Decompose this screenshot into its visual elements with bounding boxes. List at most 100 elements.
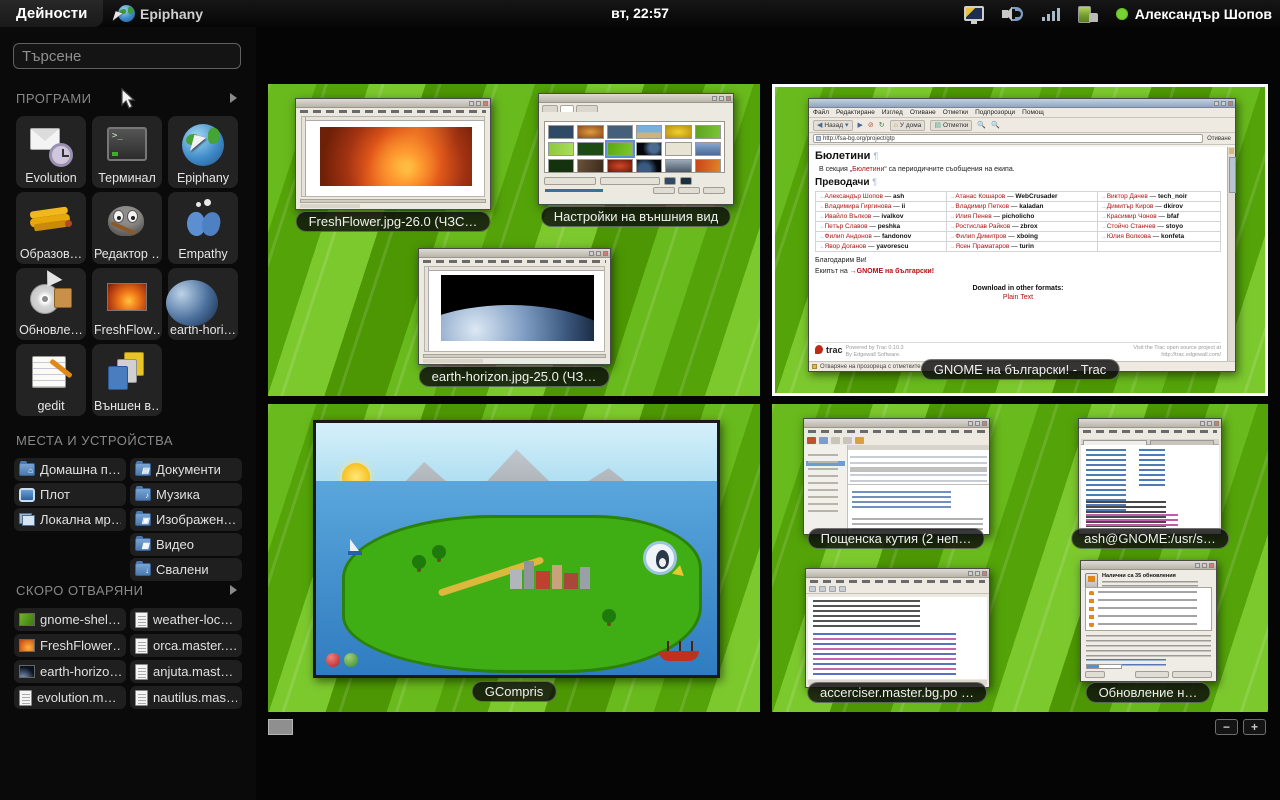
- network-signal-icon[interactable]: [1042, 7, 1060, 21]
- search-input[interactable]: [13, 43, 241, 69]
- wallpaper-thumbnail[interactable]: [695, 142, 721, 156]
- bulletins-link[interactable]: Бюлетини: [852, 166, 884, 173]
- plain-text-link[interactable]: Plain Text: [815, 294, 1221, 301]
- clock[interactable]: вт, 22:57: [611, 0, 669, 27]
- translator-link[interactable]: Филип Андонов: [825, 233, 872, 240]
- window-terminal[interactable]: [1078, 418, 1222, 535]
- translator-link[interactable]: Илия Пенев: [955, 213, 991, 220]
- place-desktop[interactable]: Плот: [14, 483, 126, 506]
- place-music[interactable]: ♪Музика: [130, 483, 242, 506]
- window-trac-browser[interactable]: ФайлРедактиранеИзгледОтиванеОтметкиПодпр…: [808, 98, 1236, 372]
- translator-link[interactable]: Стойчо Станчев: [1107, 223, 1156, 230]
- wallpaper-thumbnail[interactable]: [695, 159, 721, 173]
- window-evolution-mail[interactable]: [803, 418, 990, 535]
- recent-expand-icon[interactable]: [230, 585, 237, 595]
- place-videos[interactable]: ▦Видео: [130, 533, 242, 556]
- print-icon[interactable]: [855, 437, 864, 444]
- translator-link[interactable]: Владимира Гиргинова: [825, 203, 892, 210]
- wallpaper-thumbnail[interactable]: [665, 125, 691, 139]
- gcompris-menu-icon[interactable]: [326, 653, 340, 667]
- wallpaper-thumbnail[interactable]: [607, 159, 633, 173]
- battery-icon[interactable]: [1078, 6, 1098, 22]
- app-empathy[interactable]: Empathy: [168, 192, 238, 264]
- stop-icon[interactable]: ⊘: [868, 121, 874, 129]
- menu-item[interactable]: Отметки: [943, 109, 968, 116]
- recent-evolution[interactable]: evolution.m…: [14, 686, 126, 709]
- style-controls[interactable]: [544, 177, 725, 185]
- add-workspace-button[interactable]: +: [1243, 719, 1266, 735]
- menu-item[interactable]: Редактиране: [836, 109, 875, 116]
- translator-link[interactable]: Виктор Дачев: [1107, 193, 1148, 200]
- message-list[interactable]: [848, 445, 989, 485]
- app-gimp[interactable]: Редактор …: [92, 192, 162, 264]
- wallpaper-thumbnail[interactable]: [577, 159, 603, 173]
- forward-icon[interactable]: [843, 437, 852, 444]
- recent-orca[interactable]: orca.master.…: [130, 634, 242, 657]
- page-scrollbar[interactable]: [1227, 147, 1235, 361]
- wallpaper-thumbnail[interactable]: [665, 142, 691, 156]
- update-list[interactable]: [1085, 587, 1212, 631]
- new-mail-icon[interactable]: [807, 437, 816, 444]
- bookmarks-button[interactable]: ▤Отметки: [930, 120, 972, 131]
- window-appearance[interactable]: [538, 93, 734, 205]
- wallpaper-thumbnail[interactable]: [548, 159, 574, 173]
- translator-link[interactable]: Явор Доганов: [825, 243, 867, 250]
- recent-weather-loc[interactable]: weather-loc…: [130, 608, 242, 631]
- zoom-in-icon[interactable]: 🔍: [977, 121, 986, 129]
- send-receive-icon[interactable]: [819, 437, 828, 444]
- selected-message-row[interactable]: [850, 467, 987, 472]
- app-gcompris[interactable]: Образов…: [16, 192, 86, 264]
- workspace-2-active[interactable]: ФайлРедактиранеИзгледОтиванеОтметкиПодпр…: [772, 84, 1268, 396]
- workspace-4[interactable]: Пощенска кутия (2 неп… ash@GNOME:/usr/s……: [772, 404, 1268, 712]
- translator-link[interactable]: Ростислав Райков: [955, 223, 1010, 230]
- translator-link[interactable]: Ивайло Вълков: [825, 213, 872, 220]
- wallpaper-thumbnail[interactable]: [577, 125, 603, 139]
- menu-item[interactable]: Помощ: [1022, 109, 1044, 116]
- translator-link[interactable]: Петър Славов: [825, 223, 868, 230]
- workspace-indicator[interactable]: [268, 719, 293, 735]
- wallpaper-thumbnail[interactable]: [636, 159, 662, 173]
- window-earth-horizon[interactable]: [418, 248, 611, 365]
- gcompris-globe-icon[interactable]: [344, 653, 358, 667]
- remove-workspace-button[interactable]: −: [1215, 719, 1238, 735]
- help-button[interactable]: [1085, 671, 1105, 678]
- edgewall-link[interactable]: http://trac.edgewall.com/: [1133, 352, 1221, 359]
- recent-freshflower[interactable]: FreshFlower…: [14, 634, 126, 657]
- get-more-backgrounds-link[interactable]: [545, 189, 603, 192]
- workspace-1[interactable]: FreshFlower.jpg-26.0 (ЧЗС…: [268, 84, 760, 396]
- recent-gnome-shell[interactable]: gnome-shel…: [14, 608, 126, 631]
- recent-earth-horizon[interactable]: earth-horizo…: [14, 660, 126, 683]
- translator-link[interactable]: Ясен Праматаров: [955, 243, 1009, 250]
- app-gedit[interactable]: gedit: [16, 344, 86, 416]
- url-input[interactable]: http://fsa-bg.org/project/gtp: [813, 134, 1203, 143]
- scrollbar[interactable]: [423, 354, 606, 358]
- wallpaper-thumbnail-selected[interactable]: [607, 142, 633, 156]
- activities-button[interactable]: Дейности: [0, 0, 103, 27]
- window-gedit-po[interactable]: [805, 568, 990, 688]
- menu-item[interactable]: Отиване: [910, 109, 936, 116]
- app-earth-horizon[interactable]: earth-hori…: [168, 268, 238, 340]
- workspace-3[interactable]: GCompris: [268, 404, 760, 712]
- reload-icon[interactable]: ↻: [879, 121, 885, 129]
- wallpaper-grid[interactable]: [544, 121, 725, 173]
- window-gcompris[interactable]: [313, 420, 720, 678]
- display-icon[interactable]: [964, 6, 984, 21]
- menu-item[interactable]: Изглед: [882, 109, 903, 116]
- wallpaper-thumbnail[interactable]: [695, 125, 721, 139]
- update-buttons[interactable]: [1135, 671, 1212, 678]
- team-link[interactable]: →GNOME на български!: [850, 268, 934, 275]
- wallpaper-thumbnail[interactable]: [636, 125, 662, 139]
- menu-item[interactable]: Подпрозорци: [975, 109, 1015, 116]
- wallpaper-thumbnail[interactable]: [548, 142, 574, 156]
- place-network[interactable]: Локална мр…: [14, 508, 126, 531]
- app-terminal[interactable]: Терминал: [92, 116, 162, 188]
- volume-icon[interactable]: [1002, 6, 1024, 22]
- translator-link[interactable]: Димитър Киров: [1107, 203, 1154, 210]
- zoom-out-icon[interactable]: 🔍: [991, 121, 1000, 129]
- translator-link[interactable]: Филип Димитров: [955, 233, 1006, 240]
- translator-link[interactable]: Владимир Петков: [955, 203, 1009, 210]
- window-update-manager[interactable]: Налични са 35 обновления: [1080, 560, 1217, 682]
- app-menu[interactable]: Epiphany: [118, 0, 203, 27]
- wallpaper-thumbnail[interactable]: [548, 125, 574, 139]
- wallpaper-thumbnail[interactable]: [636, 142, 662, 156]
